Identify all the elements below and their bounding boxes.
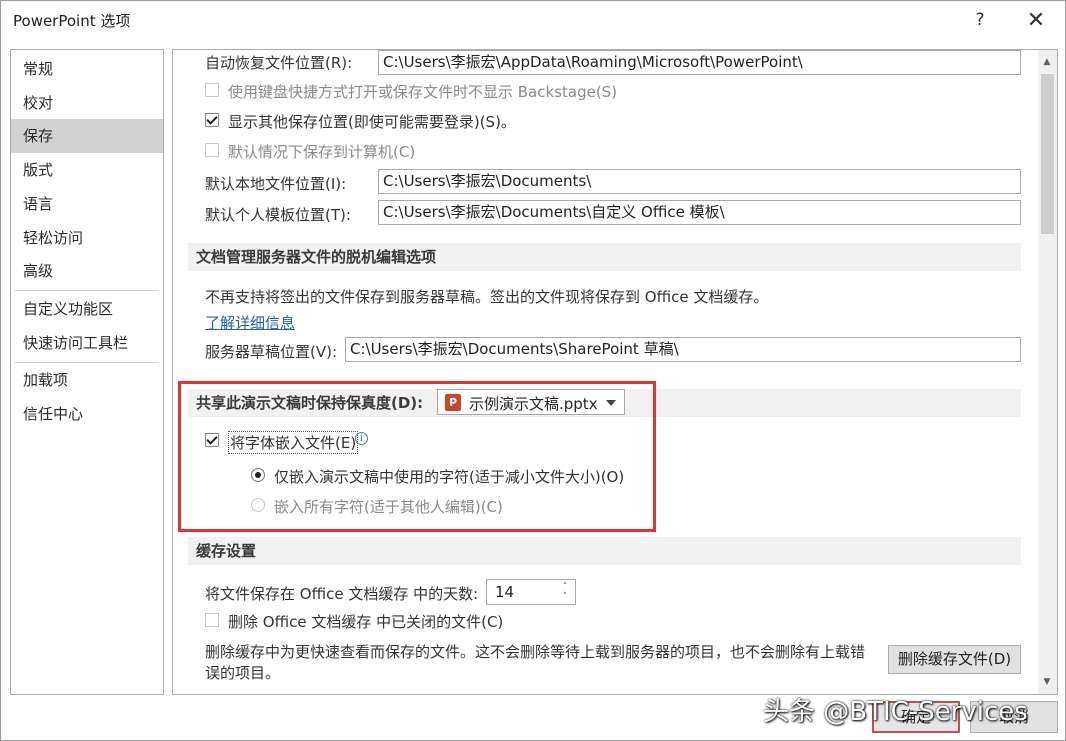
nav-item-addins[interactable]: 加载项 — [11, 363, 163, 397]
show-other-locations-label: 显示其他保存位置(即使可能需要登录)(S)。 — [228, 113, 516, 131]
vertical-scrollbar[interactable]: ▲ ▼ — [1038, 50, 1057, 694]
spin-up-icon[interactable]: ˄ — [560, 582, 570, 592]
save-to-computer-label: 默认情况下保存到计算机(C) — [228, 143, 416, 161]
embed-fonts-label: 将字体嵌入文件(E) — [228, 431, 359, 454]
powerpoint-options-dialog: PowerPoint 选项 ? ✕ 常规 校对 保存 版式 语言 轻松访问 高级… — [0, 0, 1066, 741]
template-location-label: 默认个人模板位置(T): — [205, 206, 351, 224]
autorecover-location-label: 自动恢复文件位置(R): — [205, 54, 353, 72]
nav-item-layout[interactable]: 版式 — [11, 153, 163, 187]
help-button[interactable]: ? — [965, 6, 995, 34]
close-icon[interactable]: ✕ — [1021, 6, 1051, 34]
embed-all-chars-radio[interactable] — [251, 498, 265, 512]
show-other-locations-checkbox[interactable] — [205, 113, 219, 127]
ok-button[interactable]: 确定 — [872, 701, 960, 733]
chevron-down-icon — [606, 400, 616, 406]
autorecover-location-field[interactable]: C:\Users\李振宏\AppData\Roaming\Microsoft\P… — [378, 50, 1021, 75]
settings-panel: 自动恢复文件位置(R): C:\Users\李振宏\AppData\Roamin… — [172, 49, 1058, 695]
offline-notice: 不再支持将签出的文件保存到服务器草稿。签出的文件现将保存到 Office 文档缓… — [205, 288, 769, 306]
offline-editing-header: 文档管理服务器文件的脱机编辑选项 — [188, 243, 1021, 271]
scroll-thumb[interactable] — [1041, 74, 1054, 234]
spin-down-icon[interactable]: ˅ — [560, 592, 570, 602]
scroll-up-icon[interactable]: ▲ — [1041, 56, 1053, 68]
cache-description-line1: 删除缓存中为更快速查看而保存的文件。这不会删除等待上载到服务器的项目，也不会删除… — [205, 643, 866, 661]
nav-item-customize-ribbon[interactable]: 自定义功能区 — [11, 292, 163, 326]
cache-days-label: 将文件保存在 Office 文档缓存 中的天数: — [205, 585, 479, 603]
embed-used-chars-label: 仅嵌入演示文稿中使用的字符(适于减小文件大小)(O) — [274, 468, 625, 486]
nav-divider — [15, 290, 159, 291]
nav-item-general[interactable]: 常规 — [11, 52, 163, 86]
nav-item-save[interactable]: 保存 — [11, 119, 163, 153]
scroll-down-icon[interactable]: ▼ — [1041, 676, 1053, 688]
delete-closed-files-label: 删除 Office 文档缓存 中已关闭的文件(C) — [228, 613, 504, 631]
no-backstage-label: 使用键盘快捷方式打开或保存文件时不显示 Backstage(S) — [228, 83, 618, 101]
presentation-dropdown[interactable]: P 示例演示文稿.pptx — [437, 389, 625, 415]
info-icon[interactable]: i — [355, 432, 368, 445]
no-backstage-checkbox[interactable] — [205, 83, 219, 97]
learn-more-link[interactable]: 了解详细信息 — [205, 312, 295, 333]
cache-days-value: 14 — [495, 583, 515, 601]
nav-item-accessibility[interactable]: 轻松访问 — [11, 221, 163, 255]
cache-settings-header: 缓存设置 — [188, 537, 1021, 565]
powerpoint-file-icon: P — [445, 394, 461, 411]
nav-item-quick-access-toolbar[interactable]: 快速访问工具栏 — [11, 326, 163, 360]
template-location-field[interactable]: C:\Users\李振宏\Documents\自定义 Office 模板\ — [378, 200, 1021, 225]
local-file-location-label: 默认本地文件位置(I): — [205, 175, 347, 193]
embed-used-chars-radio[interactable] — [251, 468, 265, 482]
save-to-computer-checkbox[interactable] — [205, 143, 219, 157]
cache-days-stepper[interactable]: 14 ˄ ˅ — [486, 579, 576, 605]
embed-fonts-checkbox[interactable] — [205, 433, 219, 447]
embed-all-chars-label: 嵌入所有字符(适于其他人编辑)(C) — [274, 498, 503, 516]
nav-item-advanced[interactable]: 高级 — [11, 254, 163, 288]
local-file-location-field[interactable]: C:\Users\李振宏\Documents\ — [378, 169, 1021, 194]
nav-item-proofing[interactable]: 校对 — [11, 86, 163, 120]
options-nav: 常规 校对 保存 版式 语言 轻松访问 高级 自定义功能区 快速访问工具栏 加载… — [10, 49, 164, 695]
fidelity-header-label: 共享此演示文稿时保持保真度(D): — [196, 394, 424, 412]
presentation-dropdown-value: 示例演示文稿.pptx — [469, 395, 598, 413]
server-drafts-field[interactable]: C:\Users\李振宏\Documents\SharePoint 草稿\ — [345, 337, 1021, 362]
server-drafts-label: 服务器草稿位置(V): — [205, 343, 338, 361]
cache-description-line2: 误的项目。 — [205, 664, 281, 682]
nav-item-trust-center[interactable]: 信任中心 — [11, 397, 163, 431]
delete-closed-files-checkbox[interactable] — [205, 613, 219, 627]
dialog-title: PowerPoint 选项 — [13, 12, 131, 30]
delete-cache-button[interactable]: 删除缓存文件(D) — [888, 645, 1021, 674]
cancel-button[interactable]: 取消 — [970, 701, 1058, 733]
nav-item-language[interactable]: 语言 — [11, 187, 163, 221]
